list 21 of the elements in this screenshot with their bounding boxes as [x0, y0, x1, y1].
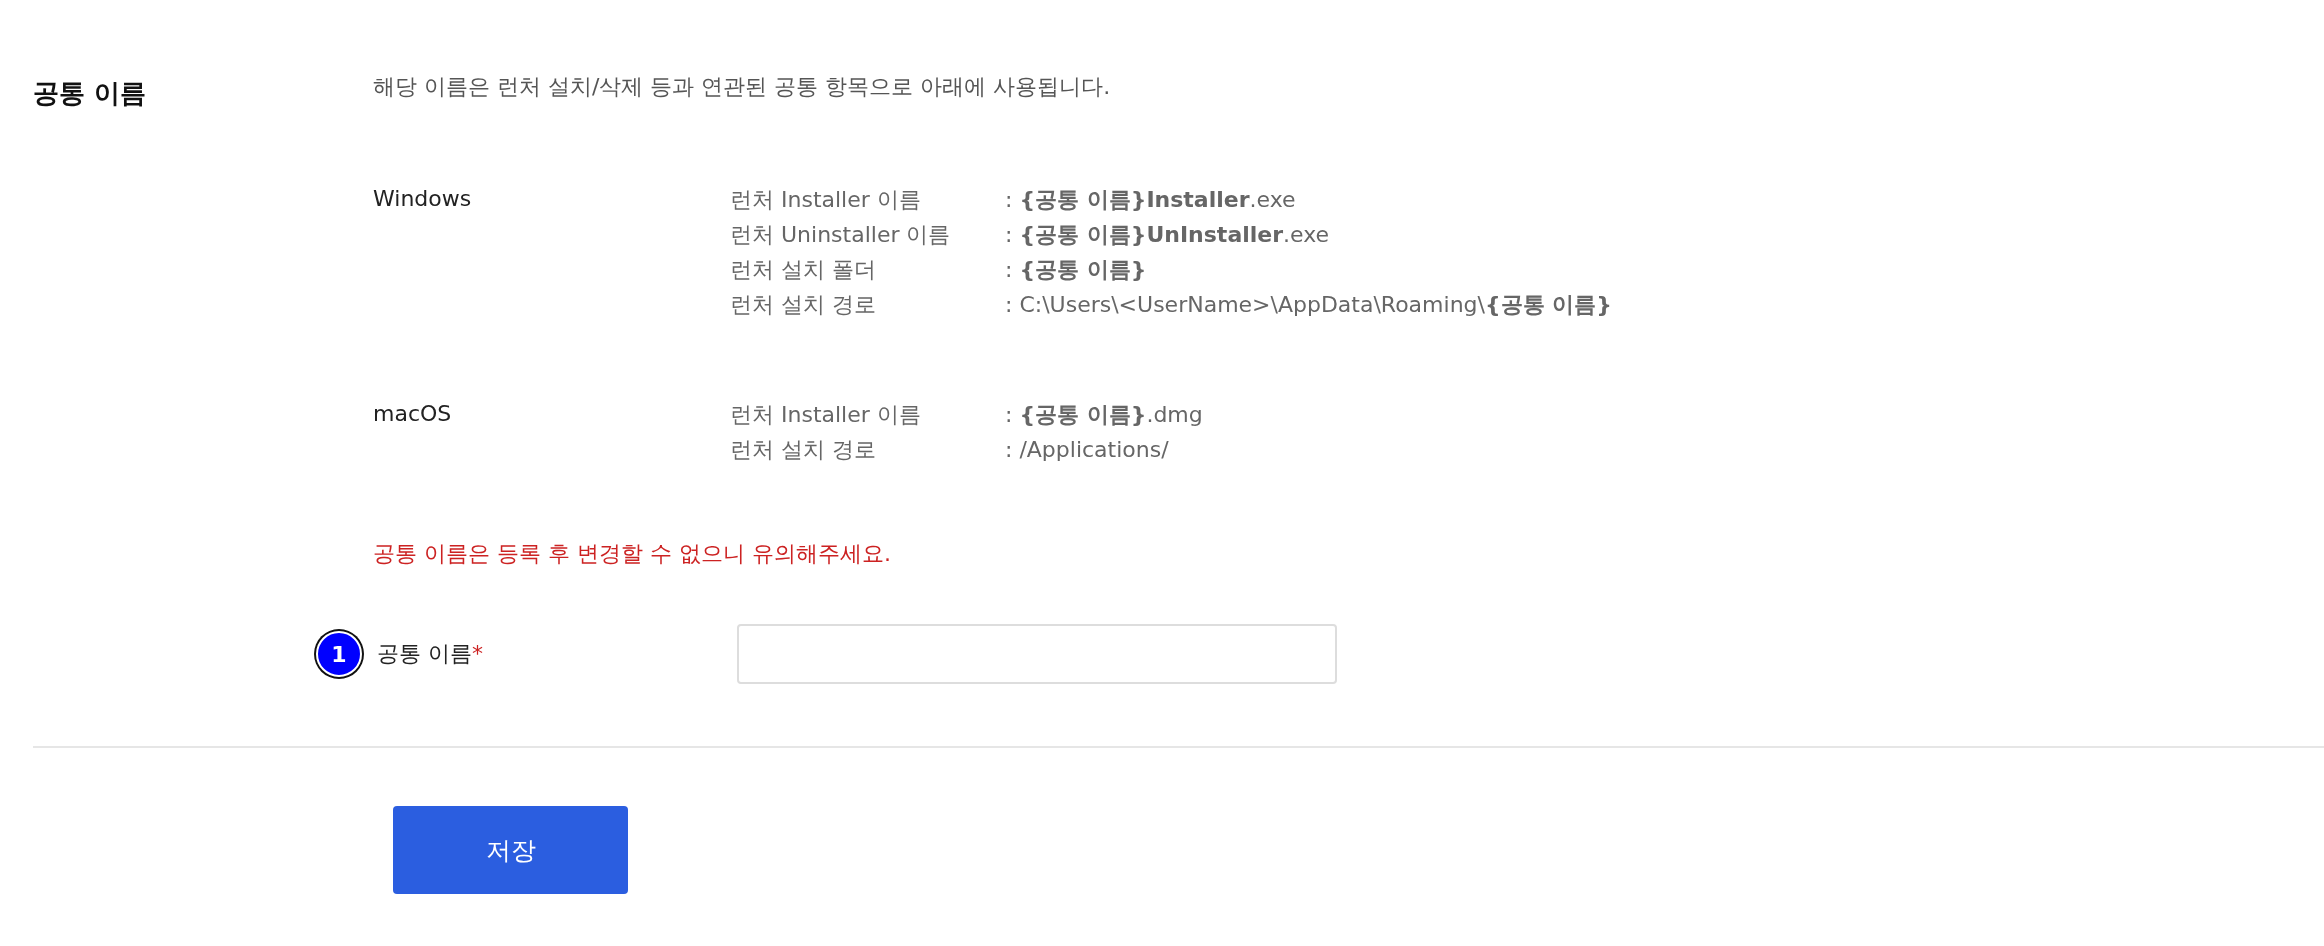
- row-label: 런처 Installer 이름: [730, 400, 922, 429]
- field-label: 공통 이름*: [377, 640, 484, 668]
- name-input-field[interactable]: [737, 624, 1337, 684]
- row-label: 런처 설치 경로: [730, 435, 877, 464]
- row-value: : {공통 이름}UnInstaller.exe: [1005, 220, 1330, 249]
- row-label: 런처 설치 경로: [730, 290, 877, 319]
- warning-text: 공통 이름은 등록 후 변경할 수 없으니 유의해주세요.: [373, 540, 892, 568]
- step-badge: 1: [316, 631, 362, 677]
- description-text: 해당 이름은 런처 설치/삭제 등과 연관된 공통 항목으로 아래에 사용됩니다.: [373, 73, 1112, 101]
- platform-name: Windows: [373, 185, 473, 213]
- section-title: 공통 이름: [33, 77, 148, 110]
- platform-name: macOS: [373, 400, 453, 428]
- row-label: 런처 Installer 이름: [730, 185, 922, 214]
- row-label: 런처 설치 폴더: [730, 255, 877, 284]
- save-button[interactable]: 저장: [393, 806, 628, 894]
- row-value: : C:\Users\<UserName>\AppData\Roaming\{공통 이름}: [1005, 290, 1612, 319]
- row-value: : {공통 이름}Installer.exe: [1005, 185, 1296, 214]
- row-value: : /Applications/: [1005, 437, 1169, 462]
- row-label: 런처 Uninstaller 이름: [730, 220, 952, 249]
- row-value: : {공통 이름}: [1005, 255, 1147, 284]
- row-value: : {공통 이름}.dmg: [1005, 400, 1203, 429]
